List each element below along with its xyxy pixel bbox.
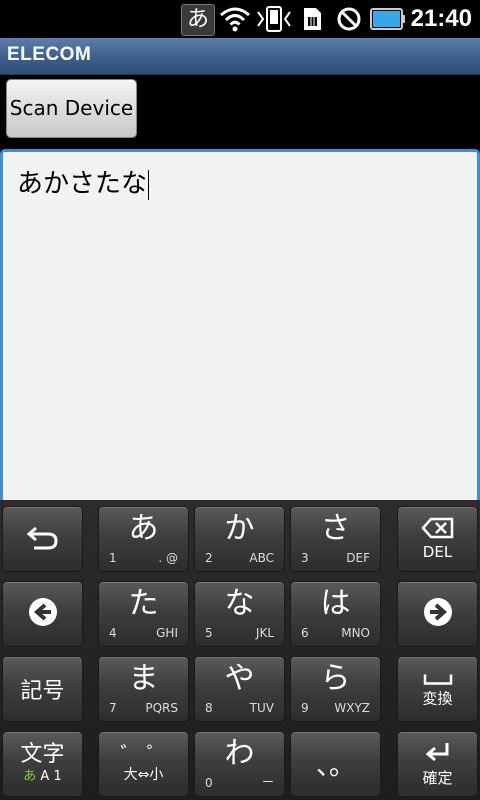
space-icon (398, 671, 477, 690)
blocked-icon (336, 6, 362, 36)
enter-icon (398, 741, 477, 769)
dakuten-label: ゛ ゜ (120, 742, 167, 766)
input-mode-label: 文字 (20, 742, 65, 767)
input-mode-key[interactable]: 文字 あ A 1 (2, 731, 83, 797)
convert-label: 変換 (422, 689, 453, 708)
text-input-value: あかさたな (17, 169, 150, 200)
usb-debug-icon (256, 6, 292, 36)
cursor-left-key[interactable] (2, 581, 83, 647)
backspace-icon (398, 517, 477, 543)
convert-key[interactable]: 変換 (397, 656, 478, 722)
app-title: ELECOM (7, 44, 92, 65)
key-ha[interactable]: は 6 MNO (290, 581, 381, 647)
delete-label: DEL (422, 543, 453, 561)
key-ta[interactable]: た 4 GHI (98, 581, 189, 647)
key-ya[interactable]: や 8 TUV (194, 656, 285, 722)
undo-icon (3, 524, 82, 554)
key-sa[interactable]: さ 3 DEF (290, 506, 381, 572)
text-caret (148, 169, 150, 200)
key-ra[interactable]: ら 9 WXYZ (290, 656, 381, 722)
symbol-label: 記号 (20, 679, 65, 704)
symbol-key[interactable]: 記号 (2, 656, 83, 722)
arrow-left-icon (3, 597, 82, 631)
status-bar: あ 21:40 (0, 0, 480, 38)
key-ka[interactable]: か 2 ABC (194, 506, 285, 572)
key-wa[interactable]: わ 0 ー (194, 731, 285, 797)
scan-device-button[interactable]: Scan Device (6, 79, 137, 138)
sim-card-icon (299, 6, 325, 36)
delete-key[interactable]: DEL (397, 506, 478, 572)
title-bar: ELECOM (0, 38, 480, 75)
japanese-keyboard: あ 1 . @ か 2 ABC さ 3 DEF DEL た 4 GHI な 5 … (0, 500, 480, 800)
key-a[interactable]: あ 1 . @ (98, 506, 189, 572)
confirm-label: 確定 (422, 769, 453, 787)
undo-key[interactable] (2, 506, 83, 572)
key-na[interactable]: な 5 JKL (194, 581, 285, 647)
cursor-right-key[interactable] (397, 581, 478, 647)
text-input-area[interactable]: あかさたな (0, 149, 480, 500)
wifi-icon (219, 6, 251, 36)
case-toggle-label: 大⇔小 (123, 767, 164, 783)
input-mode-indicator: あ A 1 (23, 769, 62, 784)
arrow-right-icon (398, 597, 477, 631)
ime-indicator: あ (181, 4, 215, 36)
battery-icon (370, 8, 406, 34)
clock: 21:40 (410, 5, 472, 32)
punctuation-key[interactable]: 、。 (290, 731, 381, 797)
confirm-key[interactable]: 確定 (397, 731, 478, 797)
dakuten-key[interactable]: ゛ ゜ 大⇔小 (98, 731, 189, 797)
punctuation-label: 、。 (315, 751, 355, 782)
key-ma[interactable]: ま 7 PQRS (98, 656, 189, 722)
